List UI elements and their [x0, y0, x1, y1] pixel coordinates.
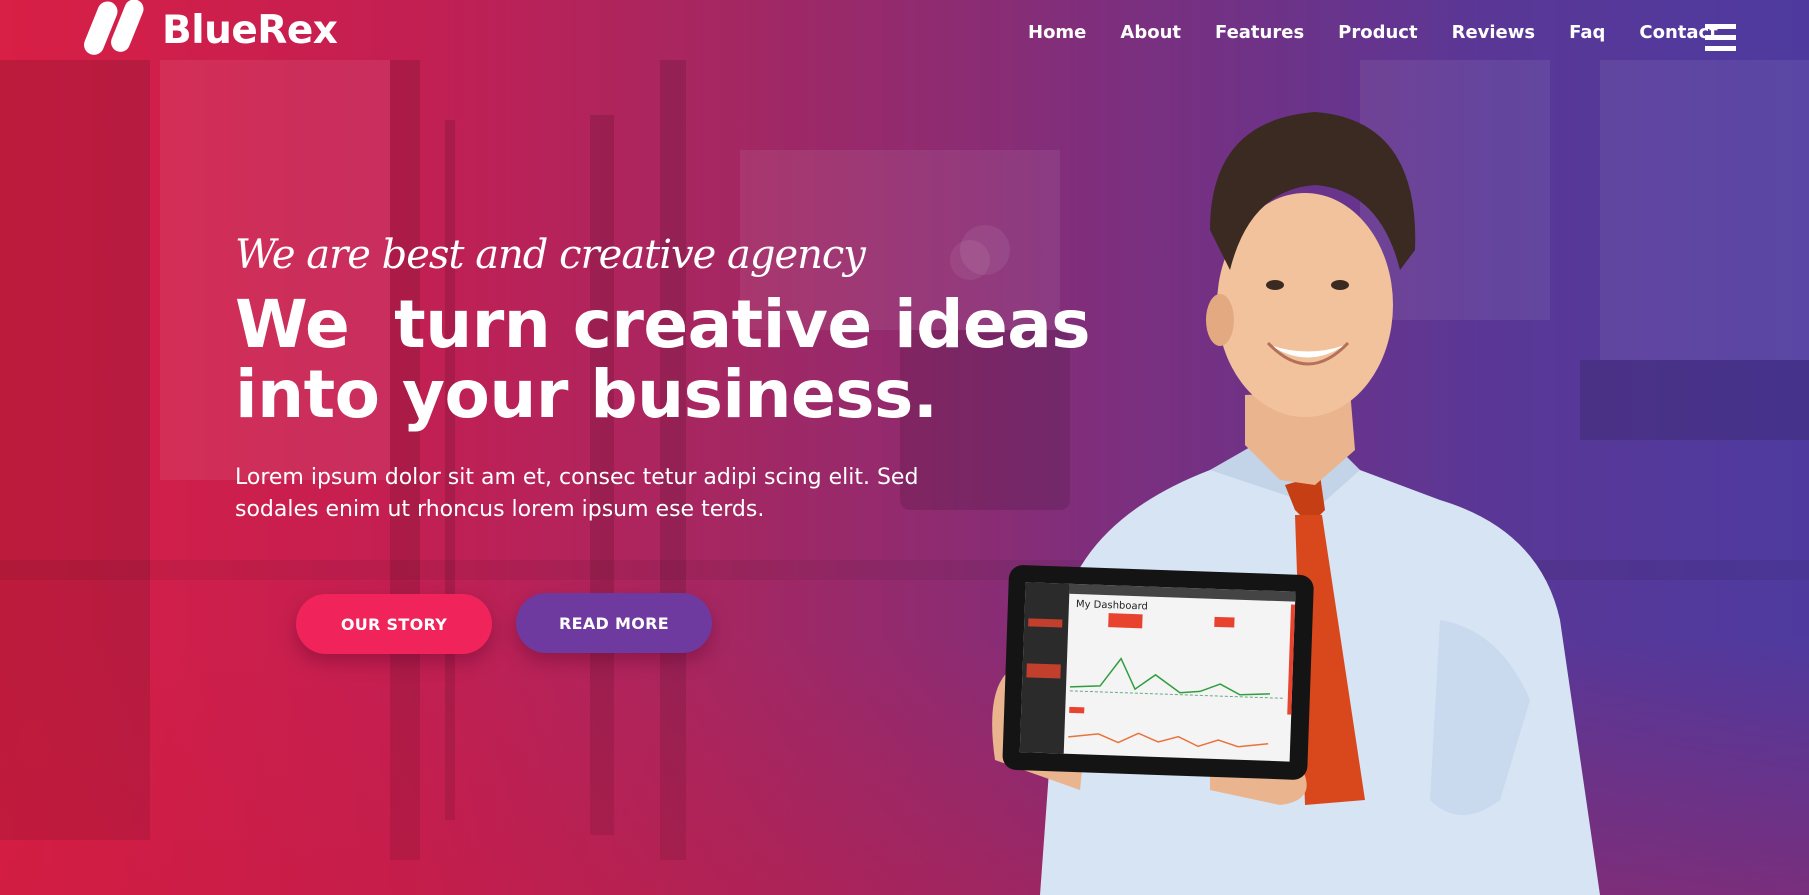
our-story-button[interactable]: OUR STORY — [296, 594, 492, 654]
nav-item-reviews[interactable]: Reviews — [1452, 22, 1536, 43]
site-header: BlueRex Home About Features Product Revi… — [0, 0, 1809, 70]
brand-logo[interactable]: BlueRex — [82, 0, 338, 60]
nav-item-product[interactable]: Product — [1338, 22, 1417, 43]
brand-name: BlueRex — [162, 7, 338, 53]
main-nav: Home About Features Product Reviews Faq … — [1028, 22, 1718, 43]
businessman-with-tablet-image: My Dashboard — [992, 112, 1600, 895]
nav-item-home[interactable]: Home — [1028, 22, 1086, 43]
hamburger-menu-icon[interactable] — [1705, 24, 1736, 51]
read-more-button[interactable]: READ MORE — [516, 593, 712, 653]
hero-section: BlueRex Home About Features Product Revi… — [0, 0, 1809, 895]
logo-mark-icon — [82, 0, 152, 60]
nav-item-features[interactable]: Features — [1215, 22, 1304, 43]
nav-item-about[interactable]: About — [1120, 22, 1181, 43]
tablet-device: My Dashboard — [1002, 565, 1314, 780]
nav-item-faq[interactable]: Faq — [1569, 22, 1605, 43]
